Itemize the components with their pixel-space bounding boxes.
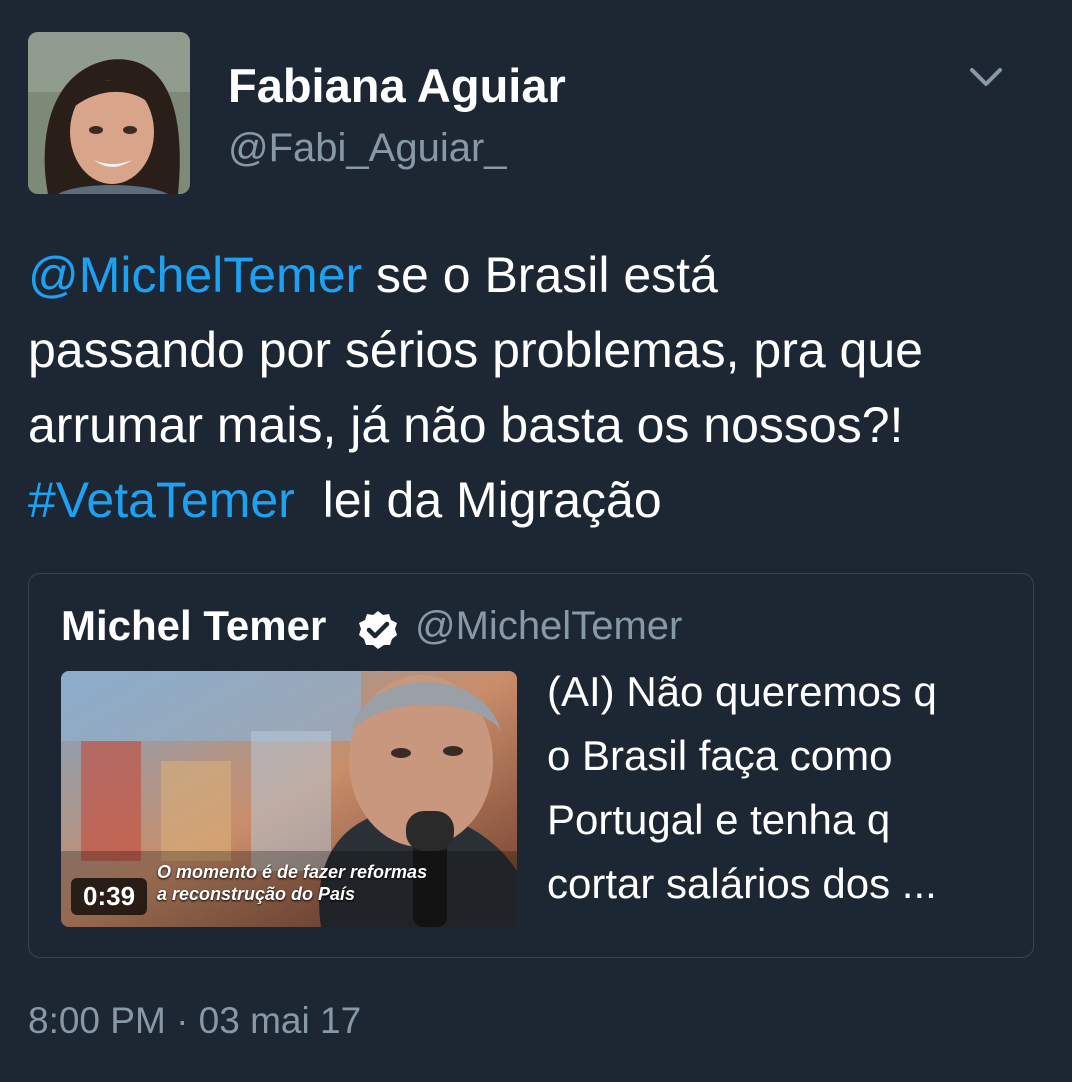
video-thumbnail[interactable]: O momento é de fazer reformas a reconstr… <box>61 671 517 927</box>
quoted-text-line: (AI) Não queremos q <box>547 668 937 715</box>
tweet-text-segment: se o Brasil está <box>362 247 718 303</box>
tweet-text: @MichelTemer se o Brasil está passando p… <box>28 238 1048 538</box>
avatar[interactable] <box>28 32 190 194</box>
tweet-text-segment: lei da Migração <box>294 472 662 528</box>
quoted-text-line: Portugal e tenha q <box>547 796 891 843</box>
quoted-text-line: cortar salários dos ... <box>547 860 937 907</box>
quoted-tweet-text: (AI) Não queremos q o Brasil faça como P… <box>547 660 1017 916</box>
verified-badge-icon <box>357 609 399 651</box>
quoted-tweet-card[interactable]: Michel Temer @MichelTemer O momento é de… <box>28 573 1034 958</box>
video-caption-line: a reconstrução do País <box>157 884 356 904</box>
mention-link[interactable]: @MichelTemer <box>28 247 362 303</box>
video-caption-line: O momento é de fazer reformas <box>157 862 428 882</box>
video-caption: O momento é de fazer reformas a reconstr… <box>157 861 427 905</box>
video-duration-badge: 0:39 <box>71 878 148 915</box>
quoted-text-line: o Brasil faça como <box>547 732 893 779</box>
tweet-text-line: arrumar mais, já não basta os nossos?! <box>28 397 904 453</box>
author-display-name[interactable]: Fabiana Aguiar <box>228 58 566 113</box>
quoted-author-name: Michel Temer <box>61 602 327 649</box>
hashtag-link[interactable]: #VetaTemer <box>28 472 295 528</box>
tweet-timestamp[interactable]: 8:00 PM · 03 mai 17 <box>28 1000 361 1042</box>
tweet-text-line: passando por sérios problemas, pra que <box>28 322 923 378</box>
chevron-down-icon[interactable] <box>966 62 1006 92</box>
author-handle[interactable]: @Fabi_Aguiar_ <box>228 126 507 171</box>
quoted-author-handle: @MichelTemer <box>415 604 683 648</box>
